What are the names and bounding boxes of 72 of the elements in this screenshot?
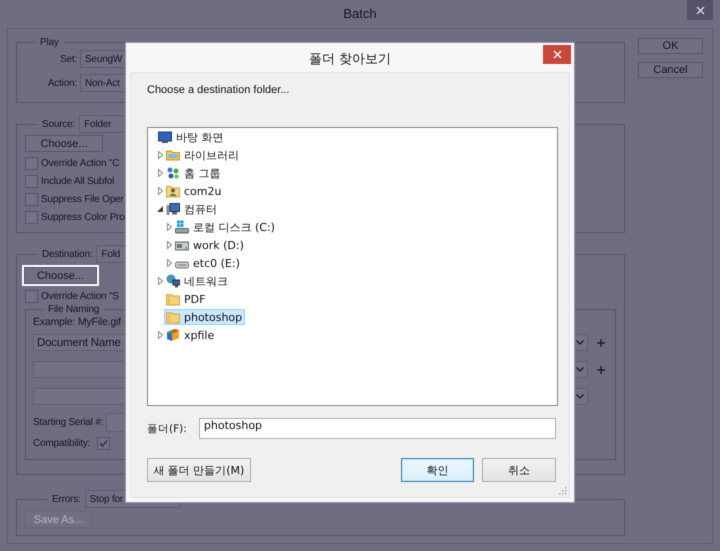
close-button[interactable] [687, 0, 713, 20]
tree-item[interactable]: work (D:) [173, 237, 247, 253]
expand-icon[interactable] [166, 259, 172, 267]
folder-icon [166, 310, 180, 324]
library-icon [166, 148, 180, 162]
tree-item[interactable]: PDF [164, 291, 208, 307]
tree-item[interactable]: 홈 그룹 [164, 165, 224, 181]
tree-item[interactable]: 로컬 디스크 (C:) [173, 219, 278, 235]
dialog-button[interactable]: 새 폴더 만들기(M) [147, 458, 251, 482]
add-icon[interactable] [597, 338, 605, 346]
dialog-button[interactable]: 취소 [482, 458, 556, 482]
expand-icon[interactable] [158, 187, 162, 195]
tree-item[interactable]: 네트워크 [164, 273, 231, 289]
field-label: Action: [46, 78, 77, 88]
network-icon [166, 274, 180, 288]
field-label: Errors: [52, 494, 81, 504]
homegroup-icon [166, 166, 180, 180]
expand-icon[interactable] [158, 151, 162, 159]
field-label: Compatibility: [33, 438, 90, 449]
expand-icon[interactable] [158, 169, 162, 177]
checkbox[interactable] [25, 211, 38, 224]
collapse-icon[interactable] [157, 206, 163, 212]
folder-icon [166, 292, 180, 306]
chevron-down-icon [576, 394, 584, 399]
tree-item[interactable]: 컴퓨터 [164, 201, 220, 217]
app-icon [166, 328, 180, 342]
chevron-down-icon [576, 340, 584, 345]
dialog-button[interactable]: OK [638, 38, 703, 54]
checkbox[interactable] [25, 157, 38, 170]
close-button[interactable] [543, 45, 571, 64]
tree-item[interactable]: xpfile [164, 327, 218, 343]
windows-drive-icon [175, 220, 189, 234]
checkbox-label: Override Action "S [41, 291, 119, 302]
close-icon [696, 6, 704, 14]
expand-icon[interactable] [158, 277, 162, 285]
field-label: Starting Serial #: [33, 417, 104, 428]
field-label: Destination: [42, 248, 92, 260]
checkbox-label: Override Action "C [41, 158, 120, 169]
checkbox-label: Suppress File Oper [41, 194, 124, 205]
tree-item[interactable]: com2u [164, 183, 224, 199]
checkbox-label: Include All Subfol [41, 176, 114, 187]
window-title: Batch [343, 5, 377, 21]
checkbox[interactable] [25, 175, 38, 188]
resize-grip-icon[interactable] [559, 487, 567, 495]
example-text: Example: MyFile.gif [33, 316, 121, 328]
tree-item[interactable]: etc0 (E:) [173, 255, 243, 271]
choose-button[interactable]: Choose... [24, 267, 97, 284]
tree-item[interactable]: 라이브러리 [164, 147, 242, 163]
dialog-button[interactable]: 확인 [400, 458, 474, 482]
chevron-down-icon [576, 367, 584, 372]
tree-item[interactable]: photoshop [164, 309, 246, 325]
monitor-icon [158, 130, 172, 144]
expand-icon[interactable] [166, 241, 172, 249]
user-folder-icon [166, 184, 180, 198]
add-icon[interactable] [597, 366, 605, 374]
checkbox[interactable] [97, 437, 110, 450]
group-label: File Naming [48, 304, 100, 315]
checkbox[interactable] [25, 290, 38, 303]
expand-icon[interactable] [166, 223, 172, 231]
close-icon [552, 50, 562, 59]
field-label: Set: [59, 54, 77, 64]
field-label: Source: [42, 118, 76, 130]
field-label: 폴더(F): [147, 422, 188, 436]
dialog-title: 폴더 찾아보기 [308, 51, 392, 68]
group-label: Play [40, 37, 59, 48]
dialog-button[interactable]: Cancel [638, 62, 703, 78]
computer-icon [166, 202, 180, 216]
checkbox[interactable] [25, 193, 38, 206]
folder-field[interactable]: photoshop [198, 418, 556, 439]
expand-icon[interactable] [158, 331, 162, 339]
checkbox-label: Suppress Color Pro [41, 212, 125, 223]
choose-button[interactable]: Choose... [25, 135, 103, 152]
